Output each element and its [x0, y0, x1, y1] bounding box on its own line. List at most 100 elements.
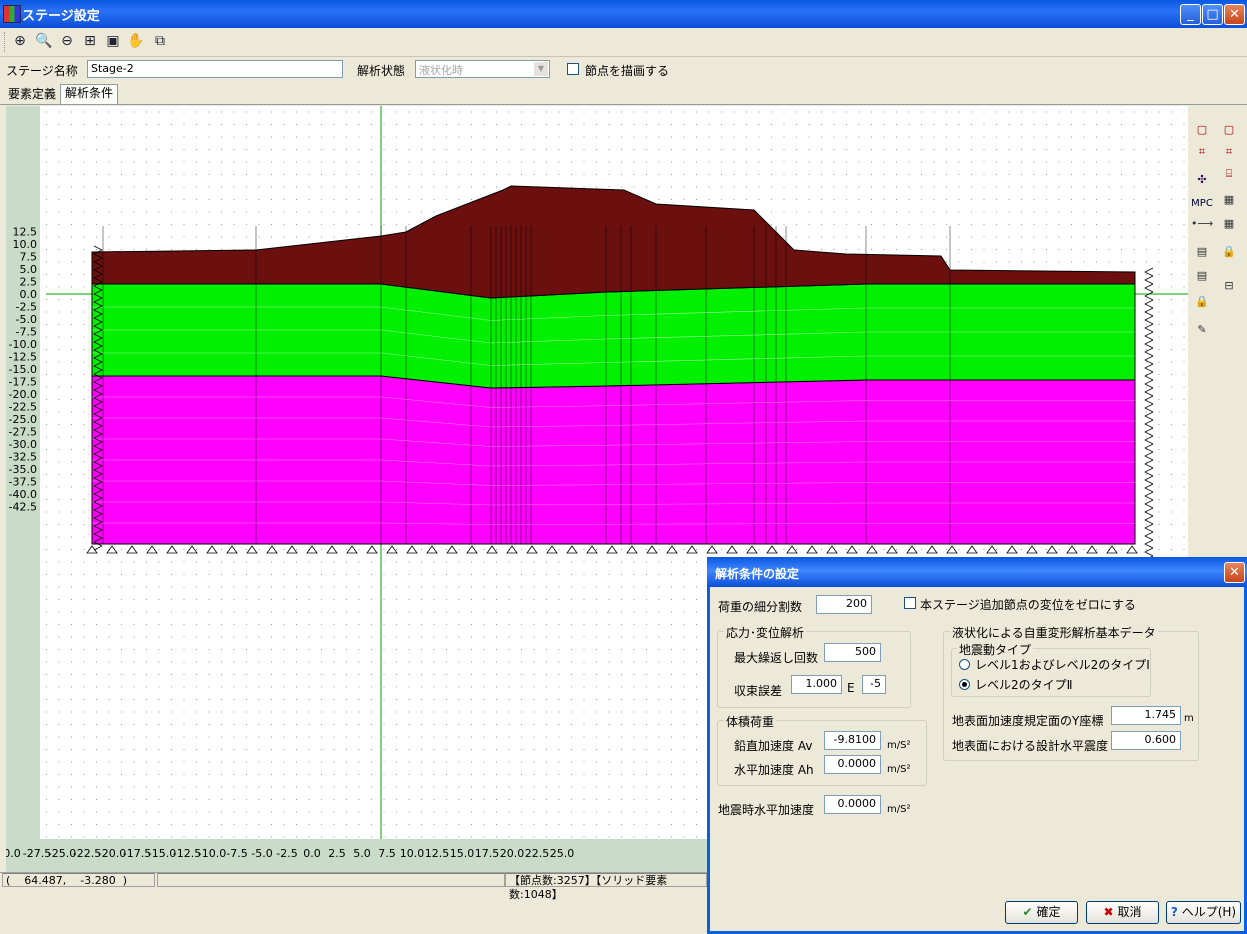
bottom-support-icon — [846, 545, 858, 554]
x-tick-label: 20.0 — [500, 847, 525, 860]
right-support-icon — [1144, 323, 1154, 333]
bottom-support-icon — [566, 545, 578, 554]
x-tick-label: 5.0 — [353, 847, 371, 860]
max-iter-input[interactable]: 500 — [824, 643, 881, 662]
right-support-icon — [1144, 523, 1154, 533]
close-button[interactable]: ✕ — [1224, 4, 1245, 25]
cancel-button[interactable]: ✖ 取消 — [1086, 901, 1159, 924]
y-tick-label: -2.5 — [16, 301, 37, 314]
element-rect-icon[interactable]: ▢ — [1191, 120, 1213, 140]
zero-disp-checkbox[interactable] — [904, 597, 916, 609]
draw-nodes-checkbox[interactable] — [567, 63, 579, 75]
y-tick-label: 5.0 — [20, 263, 38, 276]
analysis-state-select[interactable]: 液状化時 ▼ — [415, 60, 550, 78]
table-q-icon[interactable]: ▦ — [1218, 190, 1240, 210]
y-tick-label: -12.5 — [9, 351, 37, 364]
zoom-window-icon[interactable]: ⊕ — [10, 31, 30, 51]
tol-exp-input[interactable]: -5 — [862, 675, 886, 694]
y-tick-label: -30.0 — [9, 438, 37, 451]
table-n-icon[interactable]: ▦ — [1218, 214, 1240, 234]
lock-alt-icon[interactable]: 🔒 — [1191, 292, 1213, 312]
pan-hand-icon[interactable]: ✋ — [126, 31, 146, 51]
bottom-support-icon — [1066, 545, 1078, 554]
block-icon[interactable]: ⊟ — [1218, 276, 1240, 296]
stage-name-input[interactable]: Stage-2 — [87, 60, 343, 78]
fit-frame-icon[interactable]: ▣ — [103, 31, 123, 51]
ah-input[interactable]: 0.0000 — [824, 755, 881, 774]
element-rect-alt-icon[interactable]: ▢ — [1218, 120, 1240, 140]
bottom-support-icon — [466, 545, 478, 554]
fit-all-icon[interactable]: ⊞ — [80, 31, 100, 51]
radio-level2-type2[interactable] — [959, 679, 970, 690]
element-split-icon[interactable]: ⌸ — [1218, 164, 1240, 184]
y-tick-label: 10.0 — [13, 238, 38, 251]
maximize-button[interactable]: □ — [1202, 4, 1223, 25]
help-label: ヘルプ(H) — [1181, 905, 1237, 919]
kh-input[interactable]: 0.600 — [1111, 731, 1181, 750]
bottom-support-icon — [386, 545, 398, 554]
bottom-support-icon — [1026, 545, 1038, 554]
ycoord-input[interactable]: 1.745 — [1111, 706, 1181, 725]
av-label: 鉛直加速度 Av — [734, 739, 813, 753]
y-tick-label: -5.0 — [16, 313, 37, 326]
draw-nodes-label: 節点を描画する — [585, 64, 670, 78]
x-tick-label: 7.5 — [378, 847, 396, 860]
element-edit-icon[interactable]: ⌗ — [1191, 142, 1213, 162]
max-iter-label: 最大繰返し回数 — [734, 651, 819, 665]
spring-icon[interactable]: ✣ — [1191, 170, 1213, 190]
load-table-icon[interactable]: ▤ — [1191, 242, 1213, 262]
kh-label: 地表面における設計水平震度 — [952, 739, 1109, 753]
right-support-icon — [1144, 363, 1154, 373]
bottom-support-icon — [986, 545, 998, 554]
liquefaction-group-label: 液状化による自重変形解析基本データ — [950, 624, 1158, 641]
cancel-label: 取消 — [1117, 905, 1142, 919]
tol-mantissa-input[interactable]: 1.000 — [791, 675, 842, 694]
bottom-support-icon — [1126, 545, 1138, 554]
right-support-icon — [1144, 483, 1154, 493]
right-support-icon — [1144, 299, 1154, 309]
mpc-button[interactable]: MPC — [1189, 194, 1215, 214]
x-tick-label: -5.0 — [251, 847, 272, 860]
x-tick-label: -2.5 — [276, 847, 297, 860]
node-link-icon[interactable]: •⟶ — [1191, 214, 1213, 234]
right-support-icon — [1144, 411, 1154, 421]
load-div-input[interactable]: 200 — [816, 595, 872, 614]
y-tick-label: 2.5 — [20, 276, 38, 289]
help-button[interactable]: ? ヘルプ(H) — [1166, 901, 1241, 924]
right-support-icon — [1144, 283, 1154, 293]
bottom-support-icon — [626, 545, 638, 554]
element-edit-alt-icon[interactable]: ⌗ — [1218, 142, 1240, 162]
ycoord-unit: m — [1184, 713, 1194, 724]
radio-level2-type2-label: レベル2のタイプⅡ — [975, 678, 1073, 692]
eq-acc-input[interactable]: 0.0000 — [824, 795, 881, 814]
x-tick-label: 17.5 — [475, 847, 500, 860]
bottom-support-icon — [646, 545, 658, 554]
copy-view-icon[interactable]: ⧉ — [150, 31, 170, 51]
minimize-button[interactable]: _ — [1180, 4, 1201, 25]
y-tick-label: 0.0 — [20, 288, 38, 301]
bottom-support-icon — [586, 545, 598, 554]
bottom-support-icon — [326, 545, 338, 554]
bottom-support-icon — [766, 545, 778, 554]
support-table-icon[interactable]: ▤ — [1191, 266, 1213, 286]
tab-element-definition[interactable]: 要素定義 — [4, 86, 60, 104]
ycoord-label: 地表面加速度規定面のY座標 — [952, 714, 1104, 728]
ah-label: 水平加速度 Ah — [734, 763, 814, 777]
av-input[interactable]: -9.8100 — [824, 731, 881, 750]
ah-unit: m/S² — [887, 764, 911, 775]
bottom-support-icon — [366, 545, 378, 554]
tab-analysis-conditions[interactable]: 解析条件 — [60, 84, 119, 105]
dialog-close-button[interactable]: ✕ — [1224, 562, 1245, 583]
zoom-out-icon[interactable]: ⊖ — [57, 31, 77, 51]
zoom-in-icon[interactable]: 🔍 — [34, 31, 54, 51]
title-bar: ステージ設定 _ □ ✕ — [0, 0, 1247, 28]
tool-palette: ▢ ▢ ⌗ ⌗ ⌸ ✣ MPC ▦ •⟶ ▦ ▤ 🔒 ▤ ⊟ 🔒 ✎ — [1188, 106, 1247, 556]
y-tick-label: -15.0 — [9, 363, 37, 376]
lock-icon[interactable]: 🔒 — [1218, 242, 1240, 262]
edit-doc-icon[interactable]: ✎ — [1191, 320, 1213, 340]
x-tick-label: 25.0 — [550, 847, 575, 860]
dialog-title-bar: 解析条件の設定 ✕ — [707, 557, 1247, 587]
radio-level1-type1[interactable] — [959, 659, 970, 670]
ok-button[interactable]: ✔ 確定 — [1005, 901, 1078, 924]
bottom-support-icon — [946, 545, 958, 554]
